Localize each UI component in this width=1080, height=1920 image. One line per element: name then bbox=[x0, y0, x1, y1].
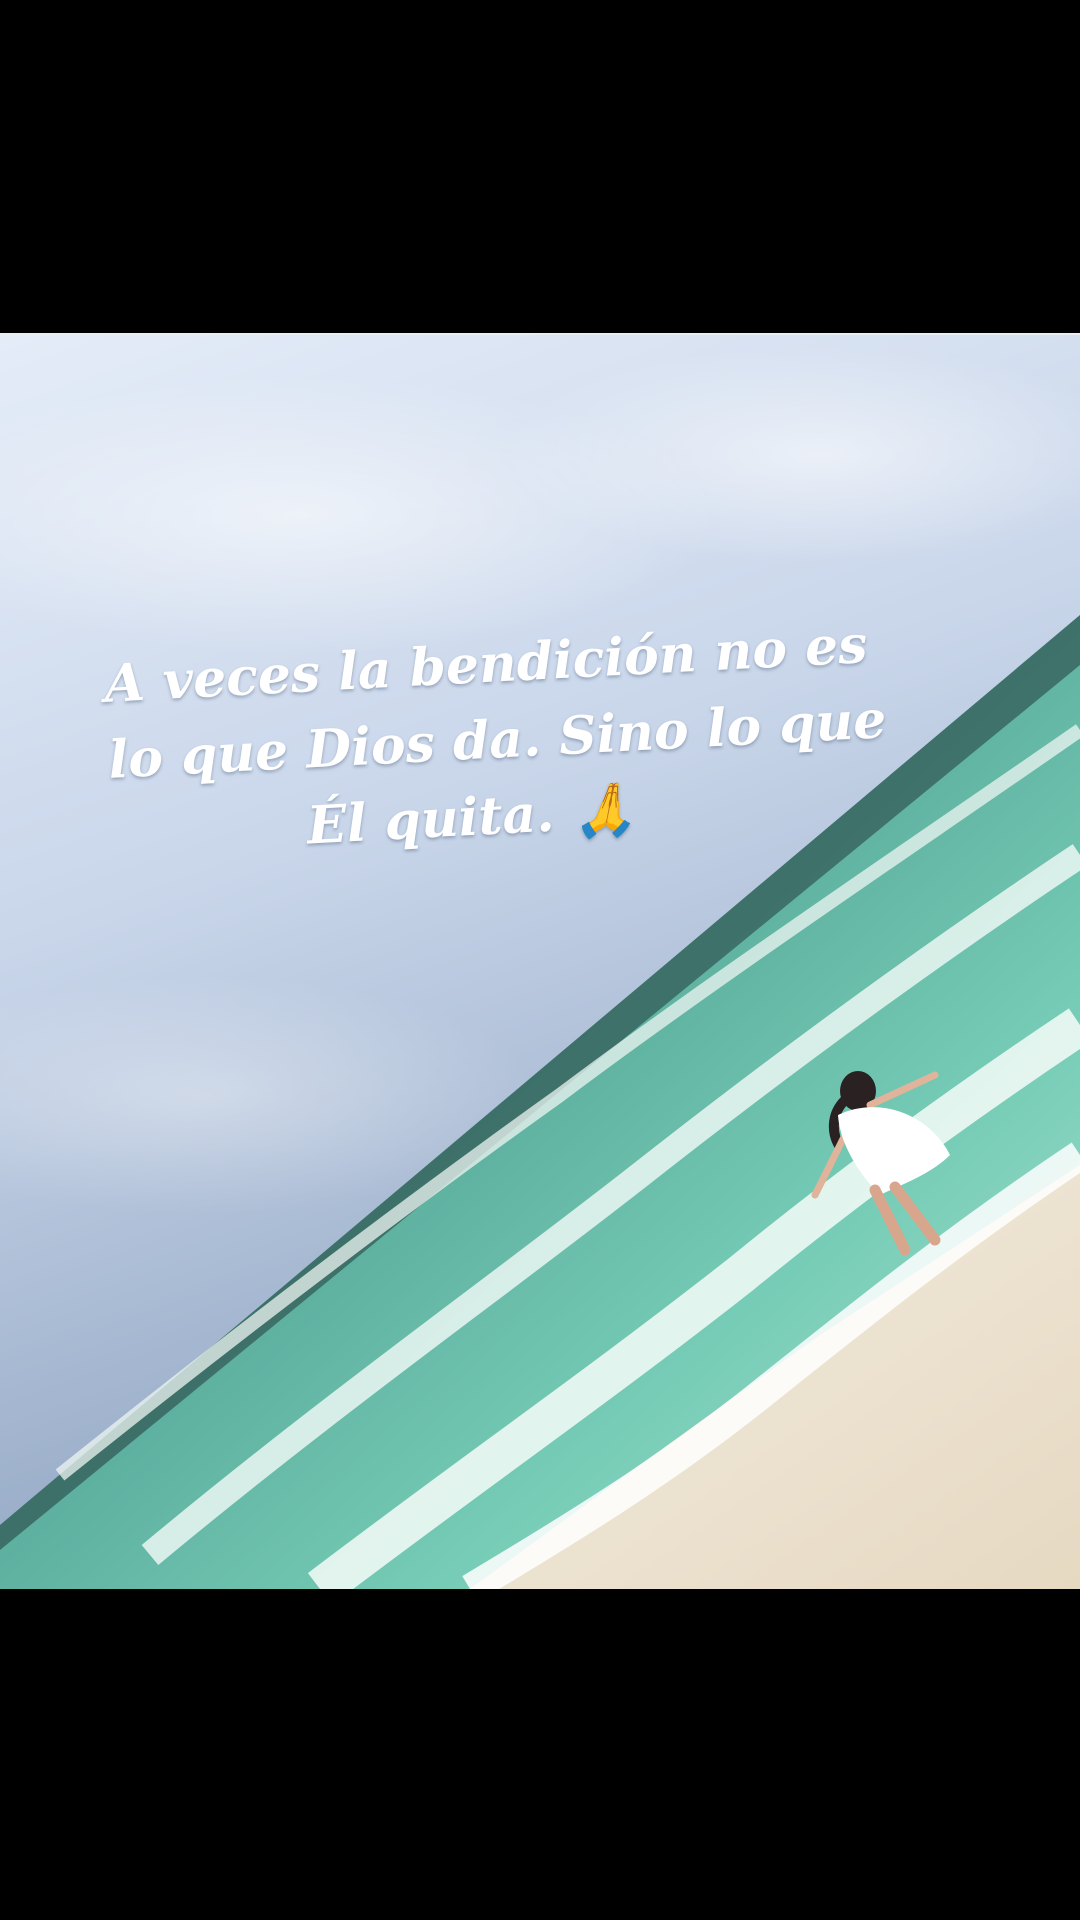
story-caption: A veces la bendición no es lo que Dios d… bbox=[103, 609, 888, 874]
beach-scene bbox=[0, 335, 1080, 1589]
beach-photo bbox=[0, 333, 1080, 1589]
video-frame: A veces la bendición no es lo que Dios d… bbox=[0, 0, 1080, 1920]
